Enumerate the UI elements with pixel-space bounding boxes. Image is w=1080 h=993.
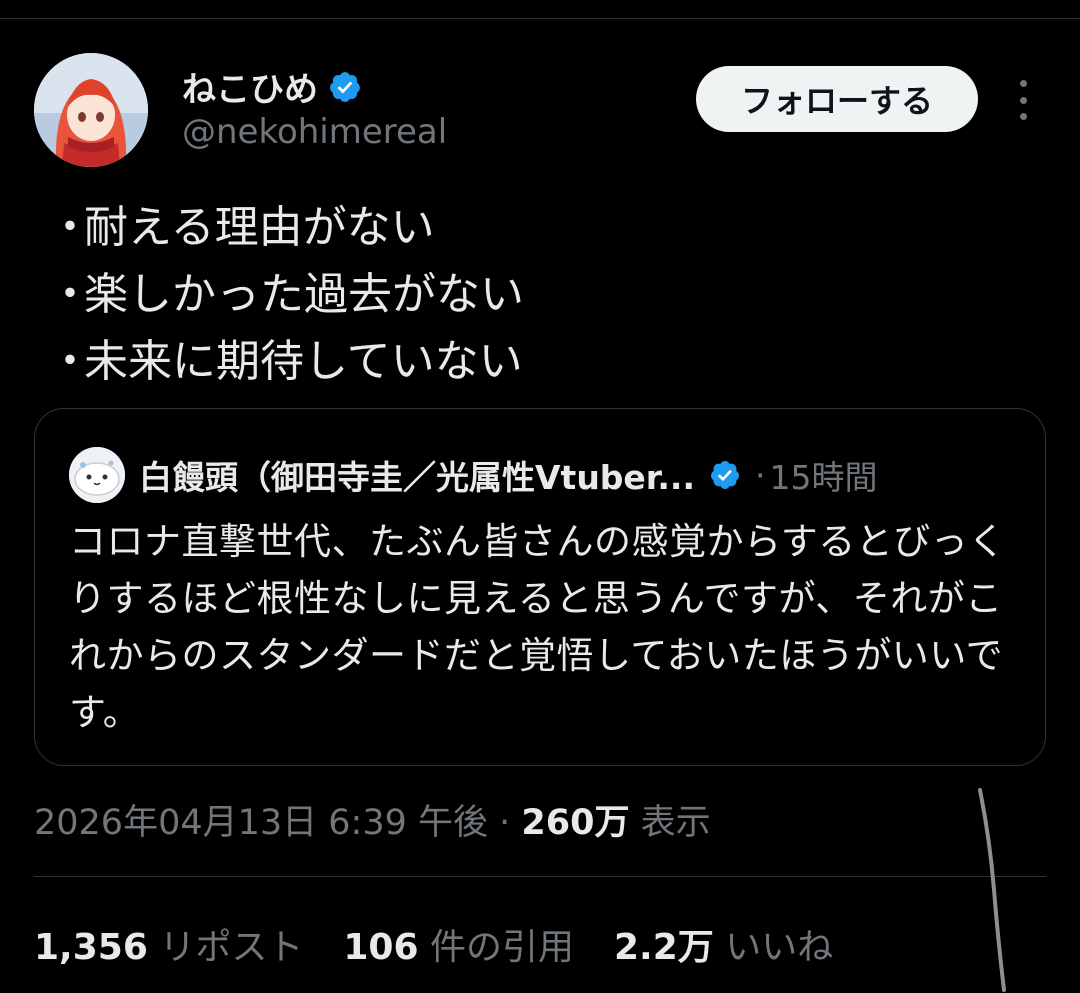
tweet-line-text: 楽しかった過去がない <box>84 269 524 320</box>
quotes-count: 106 <box>343 927 419 968</box>
tweet-line: ・ 楽しかった過去がない <box>48 261 524 328</box>
author-avatar[interactable] <box>34 53 148 167</box>
quoted-author-avatar[interactable] <box>69 447 125 503</box>
tweet-line: ・ 未来に期待していない <box>48 328 524 395</box>
likes-count: 2.2万 <box>613 927 714 968</box>
more-options-icon[interactable] <box>1012 80 1034 120</box>
quoted-timestamp[interactable]: 15時間 <box>770 451 878 499</box>
handwritten-scribble-mark <box>978 788 1006 992</box>
quotes-stat[interactable]: 106 件の引用 <box>343 918 574 970</box>
author-handle[interactable]: @nekohimereal <box>182 112 447 152</box>
verified-badge-icon <box>330 71 360 102</box>
views-count: 260万 <box>521 803 630 843</box>
author-name-row: ねこひめ <box>182 62 362 111</box>
quotes-label: 件の引用 <box>429 927 574 968</box>
quoted-avatar-image <box>69 447 125 503</box>
quoted-tweet-card[interactable]: 白饅頭（御田寺圭／光属性Vtuber... · 15時間 コロナ直撃世代、たぶん… <box>34 408 1046 766</box>
tweet-meta: 2026年04月13日 6:39 午後 · 260万 表示 <box>34 794 711 845</box>
stats-divider <box>34 876 1046 877</box>
bullet: ・ <box>48 269 92 320</box>
meta-separator: · <box>499 803 511 843</box>
bullet: ・ <box>48 336 92 387</box>
tweet-timestamp[interactable]: 2026年04月13日 6:39 午後 <box>34 803 488 843</box>
likes-label: いいね <box>725 927 834 968</box>
likes-stat[interactable]: 2.2万 いいね <box>614 918 833 970</box>
reposts-count: 1,356 <box>34 927 148 968</box>
quoted-separator: · <box>755 455 766 495</box>
avatar-image <box>34 53 148 167</box>
reposts-stat[interactable]: 1,356 リポスト <box>34 918 303 970</box>
follow-button[interactable]: フォローする <box>696 66 978 132</box>
top-divider <box>0 18 1080 19</box>
quoted-tweet-text: コロナ直撃世代、たぶん皆さんの感覚からするとびっくりするほど根性なしに見えると思… <box>69 520 1006 734</box>
tweet-text: ・ 耐える理由がない ・ 楽しかった過去がない ・ 未来に期待していない <box>48 194 524 395</box>
author-display-name[interactable]: ねこひめ <box>182 62 318 111</box>
engagement-stats: 1,356 リポスト 106 件の引用 2.2万 いいね <box>34 918 833 970</box>
reposts-label: リポスト <box>159 927 304 968</box>
quoted-tweet-header: 白饅頭（御田寺圭／光属性Vtuber... · 15時間 <box>69 447 878 503</box>
views-label: 表示 <box>640 803 711 843</box>
tweet-line-text: 耐える理由がない <box>84 202 435 253</box>
quoted-verified-badge-icon <box>710 461 739 489</box>
bullet: ・ <box>48 202 92 253</box>
tweet-line-text: 未来に期待していない <box>84 336 523 387</box>
tweet-line: ・ 耐える理由がない <box>48 194 524 261</box>
quoted-author-name[interactable]: 白饅頭（御田寺圭／光属性Vtuber... <box>139 451 695 499</box>
